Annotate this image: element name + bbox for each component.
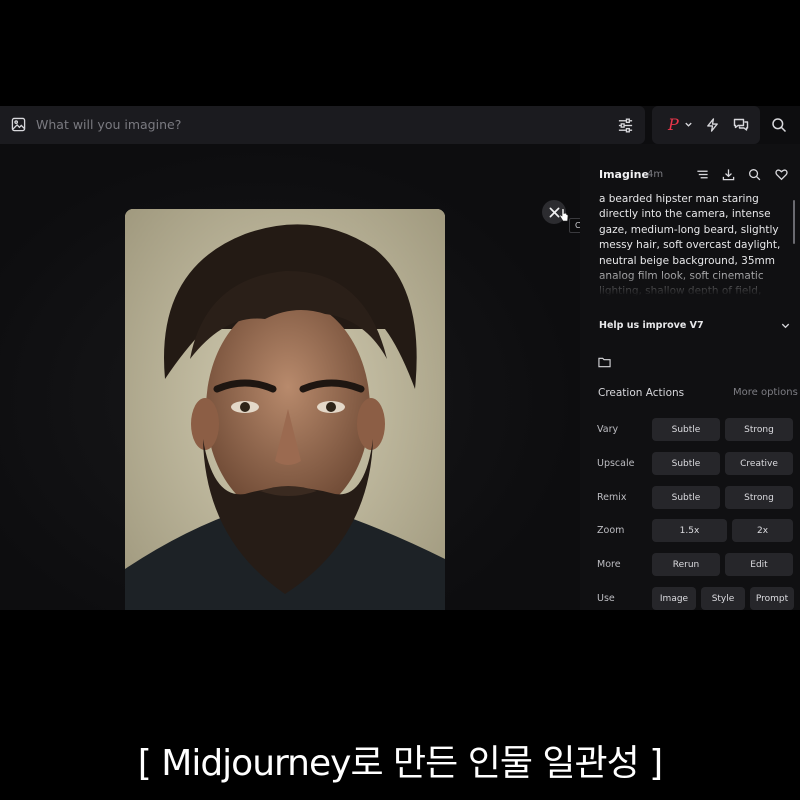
image-viewer: Close [0,144,603,610]
row-label-more: More [597,559,621,570]
upscale-creative-button[interactable]: Creative [725,452,793,475]
job-time: 4m [647,169,664,180]
search-icon[interactable] [748,168,761,181]
prompt-scrollbar[interactable] [793,200,795,244]
details-panel: Imagine 4m a bearded hipster man staring… [580,144,800,610]
close-icon [549,207,559,217]
vary-strong-button[interactable]: Strong [725,418,793,441]
chevron-down-icon[interactable] [780,320,791,331]
vary-subtle-button[interactable]: Subtle [652,418,720,441]
job-type: Imagine [599,168,649,181]
remix-strong-button[interactable]: Strong [725,486,793,509]
image-icon[interactable] [11,117,26,132]
pointer-cursor-icon [559,208,569,222]
more-options-link[interactable]: More options [733,387,798,398]
row-label-zoom: Zoom [597,525,625,536]
chat-icon[interactable] [733,117,749,133]
midjourney-app: What will you imagine? P Imagine 4m a be… [0,106,800,610]
row-label-upscale: Upscale [597,458,635,469]
use-style-button[interactable]: Style [701,587,745,610]
rerun-button[interactable]: Rerun [652,553,720,576]
row-label-remix: Remix [597,492,627,503]
upscale-subtle-button[interactable]: Subtle [652,452,720,475]
settings-sliders-icon[interactable] [617,117,634,134]
portrait-image[interactable] [125,209,445,610]
list-icon[interactable] [696,168,709,181]
edit-button[interactable]: Edit [725,553,793,576]
video-caption: [ Midjourney로 만든 인물 일관성 ] [137,743,663,784]
zoom-2x-button[interactable]: 2x [732,519,793,542]
top-right-toolbar: P [652,106,760,144]
search-icon[interactable] [771,117,787,133]
heart-icon[interactable] [775,168,788,181]
download-icon[interactable] [722,168,735,181]
remix-subtle-button[interactable]: Subtle [652,486,720,509]
profile-logo[interactable]: P [668,115,679,134]
row-label-vary: Vary [597,424,619,435]
prompt-bar[interactable]: What will you imagine? [0,106,645,144]
use-image-button[interactable]: Image [652,587,696,610]
creation-actions-title: Creation Actions [598,387,685,399]
row-label-use: Use [597,593,615,604]
feedback-section-title[interactable]: Help us improve V7 [599,320,704,331]
prompt-text[interactable]: a bearded hipster man staring directly i… [599,192,789,296]
chevron-down-icon[interactable] [684,120,693,129]
prompt-input[interactable]: What will you imagine? [36,117,181,132]
folder-icon[interactable] [598,356,611,368]
zoom-1-5x-button[interactable]: 1.5x [652,519,727,542]
lightning-icon[interactable] [705,117,720,133]
use-prompt-button[interactable]: Prompt [750,587,794,610]
